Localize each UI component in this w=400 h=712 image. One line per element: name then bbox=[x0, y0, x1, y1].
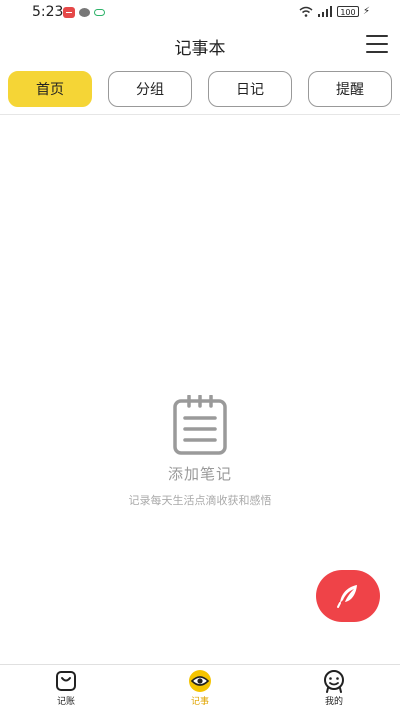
nav-item-notes[interactable]: 记事 bbox=[160, 669, 240, 707]
wifi-icon bbox=[299, 6, 313, 17]
battery-icon: 100 bbox=[336, 6, 359, 17]
eye-icon bbox=[189, 670, 211, 692]
charging-icon: ⚡ bbox=[362, 6, 370, 17]
tab-diary[interactable]: 日记 bbox=[208, 71, 292, 107]
tab-reminders[interactable]: 提醒 bbox=[308, 71, 392, 107]
notification-icon bbox=[63, 7, 75, 18]
feather-pen-icon bbox=[337, 585, 357, 608]
nav-item-profile[interactable]: 我的 bbox=[294, 669, 374, 707]
chat-bubble-icon bbox=[79, 8, 90, 17]
nav-label-accounting: 记账 bbox=[56, 697, 75, 707]
empty-state: 添加笔记 记录每天生活点滴收获和感悟 bbox=[0, 395, 400, 508]
tab-bar: 首页 分组 日记 提醒 bbox=[8, 71, 392, 107]
signal-icon bbox=[317, 6, 332, 17]
page-title: 记事本 bbox=[174, 39, 226, 59]
smiley-face-icon bbox=[324, 670, 344, 693]
cloud-icon bbox=[94, 9, 105, 16]
status-bar: 5:23 100 ⚡ bbox=[0, 0, 400, 26]
empty-subtitle: 记录每天生活点滴收获和感悟 bbox=[128, 494, 272, 507]
add-note-button[interactable] bbox=[316, 570, 380, 622]
status-time: 5:23 bbox=[32, 4, 64, 20]
system-icons: 100 ⚡ bbox=[299, 6, 370, 17]
header-divider bbox=[0, 114, 400, 115]
nav-label-profile: 我的 bbox=[324, 697, 343, 707]
notepad-icon[interactable] bbox=[171, 395, 229, 457]
nav-label-notes: 记事 bbox=[190, 697, 209, 707]
app-header: 记事本 bbox=[0, 26, 400, 64]
tab-groups[interactable]: 分组 bbox=[108, 71, 192, 107]
notification-icons bbox=[63, 7, 105, 18]
shopping-bag-icon bbox=[56, 671, 76, 691]
tab-home[interactable]: 首页 bbox=[8, 71, 92, 107]
empty-title[interactable]: 添加笔记 bbox=[0, 463, 400, 484]
bottom-nav: 记账 记事 我的 bbox=[0, 664, 400, 712]
nav-item-accounting[interactable]: 记账 bbox=[26, 669, 106, 707]
hamburger-menu-icon[interactable] bbox=[366, 35, 388, 53]
